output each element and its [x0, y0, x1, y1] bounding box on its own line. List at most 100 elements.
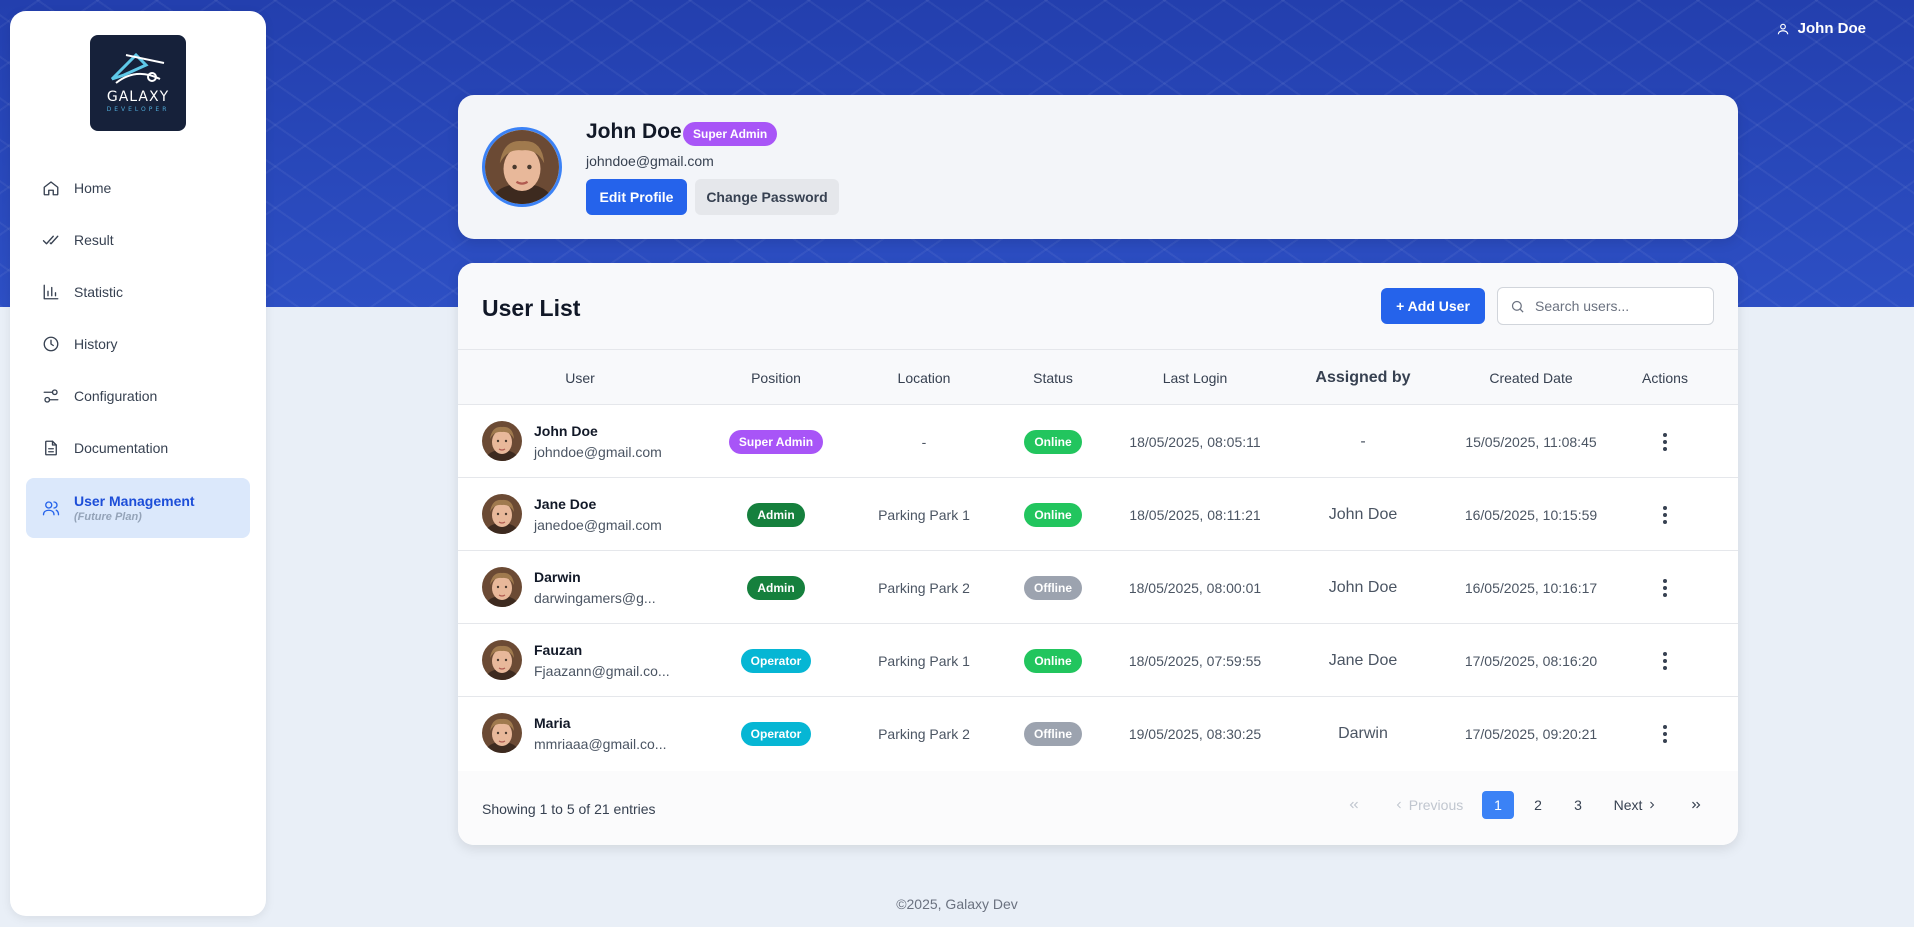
bar-chart-icon: [43, 284, 59, 300]
column-header-created-date: Created Date: [1489, 370, 1573, 386]
profile-role-badge: Super Admin: [683, 122, 778, 146]
user-name: John Doe: [534, 423, 598, 439]
created-date-cell: 17/05/2025, 09:20:21: [1464, 725, 1598, 742]
last-login-cell: 18/05/2025, 07:59:55: [1128, 652, 1262, 669]
profile-name: John Doe: [586, 120, 682, 143]
sidebar-item-history[interactable]: History: [26, 318, 250, 370]
header-user-menu[interactable]: John Doe: [1776, 20, 1866, 37]
more-actions-icon[interactable]: [1655, 651, 1675, 671]
user-list-title: User List: [482, 295, 581, 321]
more-actions-icon[interactable]: [1655, 724, 1675, 744]
position-badge: Operator: [740, 721, 812, 746]
sidebar-item-documentation[interactable]: Documentation: [26, 422, 250, 474]
status-badge: Online: [1024, 429, 1082, 454]
profile-card: John Doe Super Admin johndoe@gmail.com E…: [458, 95, 1738, 239]
chevron-left-icon: [1396, 801, 1401, 809]
assigned-by-cell: John Doe: [1328, 578, 1398, 596]
double-check-icon: [42, 235, 59, 245]
user-list-card: User List + Add User User Position Locat…: [458, 263, 1738, 845]
next-label: Next: [1613, 797, 1643, 813]
column-header-user: User: [565, 370, 595, 386]
sidebar-item-label: History: [74, 336, 118, 352]
sidebar-item-home[interactable]: Home: [26, 162, 250, 214]
sidebar-item-label: Result: [74, 232, 114, 248]
column-header-status: Status: [1033, 370, 1073, 386]
logo-title: GALAXY: [106, 89, 170, 105]
column-header-actions: Actions: [1642, 370, 1688, 386]
user-email: Fjaazann@gmail.co...: [534, 663, 670, 679]
table-row: Darwin darwingamers@g... Admin Parking P…: [458, 551, 1738, 624]
search-icon: [1511, 300, 1524, 313]
created-date-cell: 16/05/2025, 10:16:17: [1464, 579, 1598, 596]
avatar: [482, 494, 522, 534]
last-page-button[interactable]: [1684, 791, 1708, 819]
user-email: janedoe@gmail.com: [534, 517, 662, 533]
search-box: [1497, 287, 1714, 325]
profile-avatar: [482, 127, 562, 207]
table-row: Fauzan Fjaazann@gmail.co... Operator Par…: [458, 624, 1738, 697]
sidebar-item-label-text: User Management: [74, 493, 195, 509]
created-date-cell: 15/05/2025, 11:08:45: [1465, 433, 1597, 450]
double-chevron-left-icon: [1349, 801, 1358, 809]
sidebar-item-configuration[interactable]: Configuration: [26, 370, 250, 422]
last-login-cell: 18/05/2025, 08:11:21: [1129, 506, 1261, 523]
assigned-by-cell: Jane Doe: [1328, 651, 1398, 669]
assigned-by-cell: -: [1360, 432, 1366, 450]
user-name: Fauzan: [534, 642, 583, 658]
user-icon: [1777, 23, 1788, 34]
sidebar-item-sublabel: (Future Plan): [74, 511, 142, 523]
more-actions-icon[interactable]: [1655, 505, 1675, 525]
location-cell: Parking Park 2: [878, 579, 970, 596]
location-cell: Parking Park 1: [878, 652, 970, 669]
sidebar-item-label: Documentation: [74, 440, 169, 456]
sidebar-item-label: Home: [74, 180, 112, 196]
avatar: [482, 421, 522, 461]
last-login-cell: 18/05/2025, 08:00:01: [1128, 579, 1262, 596]
sidebar-item-result[interactable]: Result: [26, 214, 250, 266]
more-actions-icon[interactable]: [1655, 578, 1675, 598]
logo-tagline: DEVELOPER: [106, 106, 170, 113]
footer-copyright: ©2025, Galaxy Dev: [896, 896, 1018, 912]
add-user-button[interactable]: + Add User: [1381, 288, 1485, 324]
first-page-button[interactable]: [1342, 791, 1366, 819]
last-login-cell: 19/05/2025, 08:30:25: [1128, 725, 1262, 742]
user-name: Maria: [534, 715, 571, 731]
change-password-button[interactable]: Change Password: [695, 179, 839, 215]
next-page-button[interactable]: Next: [1608, 791, 1664, 819]
galaxy-logo-mark: [110, 52, 165, 84]
status-badge: Offline: [1024, 575, 1082, 600]
position-badge: Admin: [747, 575, 805, 600]
location-cell: Parking Park 2: [878, 725, 970, 742]
sidebar-nav: Home Result Statistic History Configurat…: [26, 162, 250, 538]
avatar: [482, 567, 522, 607]
table-row: Jane Doe janedoe@gmail.com Admin Parking…: [458, 478, 1738, 551]
user-list-header: User List + Add User: [458, 263, 1738, 349]
table-row: Maria mmriaaa@gmail.co... Operator Parki…: [458, 697, 1738, 770]
sidebar-item-label: User Management (Future Plan): [74, 493, 195, 523]
search-input[interactable]: [1535, 298, 1705, 314]
sidebar-item-user-management[interactable]: User Management (Future Plan): [26, 478, 250, 538]
sidebar-item-label: Statistic: [74, 284, 124, 300]
previous-page-button[interactable]: Previous: [1390, 791, 1466, 819]
more-actions-icon[interactable]: [1655, 432, 1675, 452]
column-header-location: Location: [897, 370, 951, 386]
last-login-cell: 18/05/2025, 08:05:11: [1129, 433, 1261, 450]
edit-profile-button[interactable]: Edit Profile: [586, 179, 687, 215]
page-button-2[interactable]: 2: [1522, 791, 1554, 819]
galaxy-logo[interactable]: GALAXY DEVELOPER: [90, 35, 186, 131]
avatar: [482, 713, 522, 753]
position-badge: Operator: [740, 648, 812, 673]
location-cell: -: [921, 433, 927, 450]
column-header-position: Position: [751, 370, 801, 386]
assigned-by-cell: Darwin: [1338, 724, 1388, 742]
page-button-3[interactable]: 3: [1562, 791, 1594, 819]
page-button-1[interactable]: 1: [1482, 791, 1514, 819]
user-email: darwingamers@g...: [534, 590, 656, 606]
sidebar: GALAXY DEVELOPER Home Result Statistic H…: [10, 11, 266, 916]
home-icon: [43, 181, 59, 196]
pagination-bar: Showing 1 to 5 of 21 entries Previous 1 …: [458, 771, 1738, 845]
sidebar-item-statistic[interactable]: Statistic: [26, 266, 250, 318]
status-badge: Online: [1024, 502, 1082, 527]
users-icon: [42, 501, 60, 516]
document-icon: [45, 440, 57, 456]
